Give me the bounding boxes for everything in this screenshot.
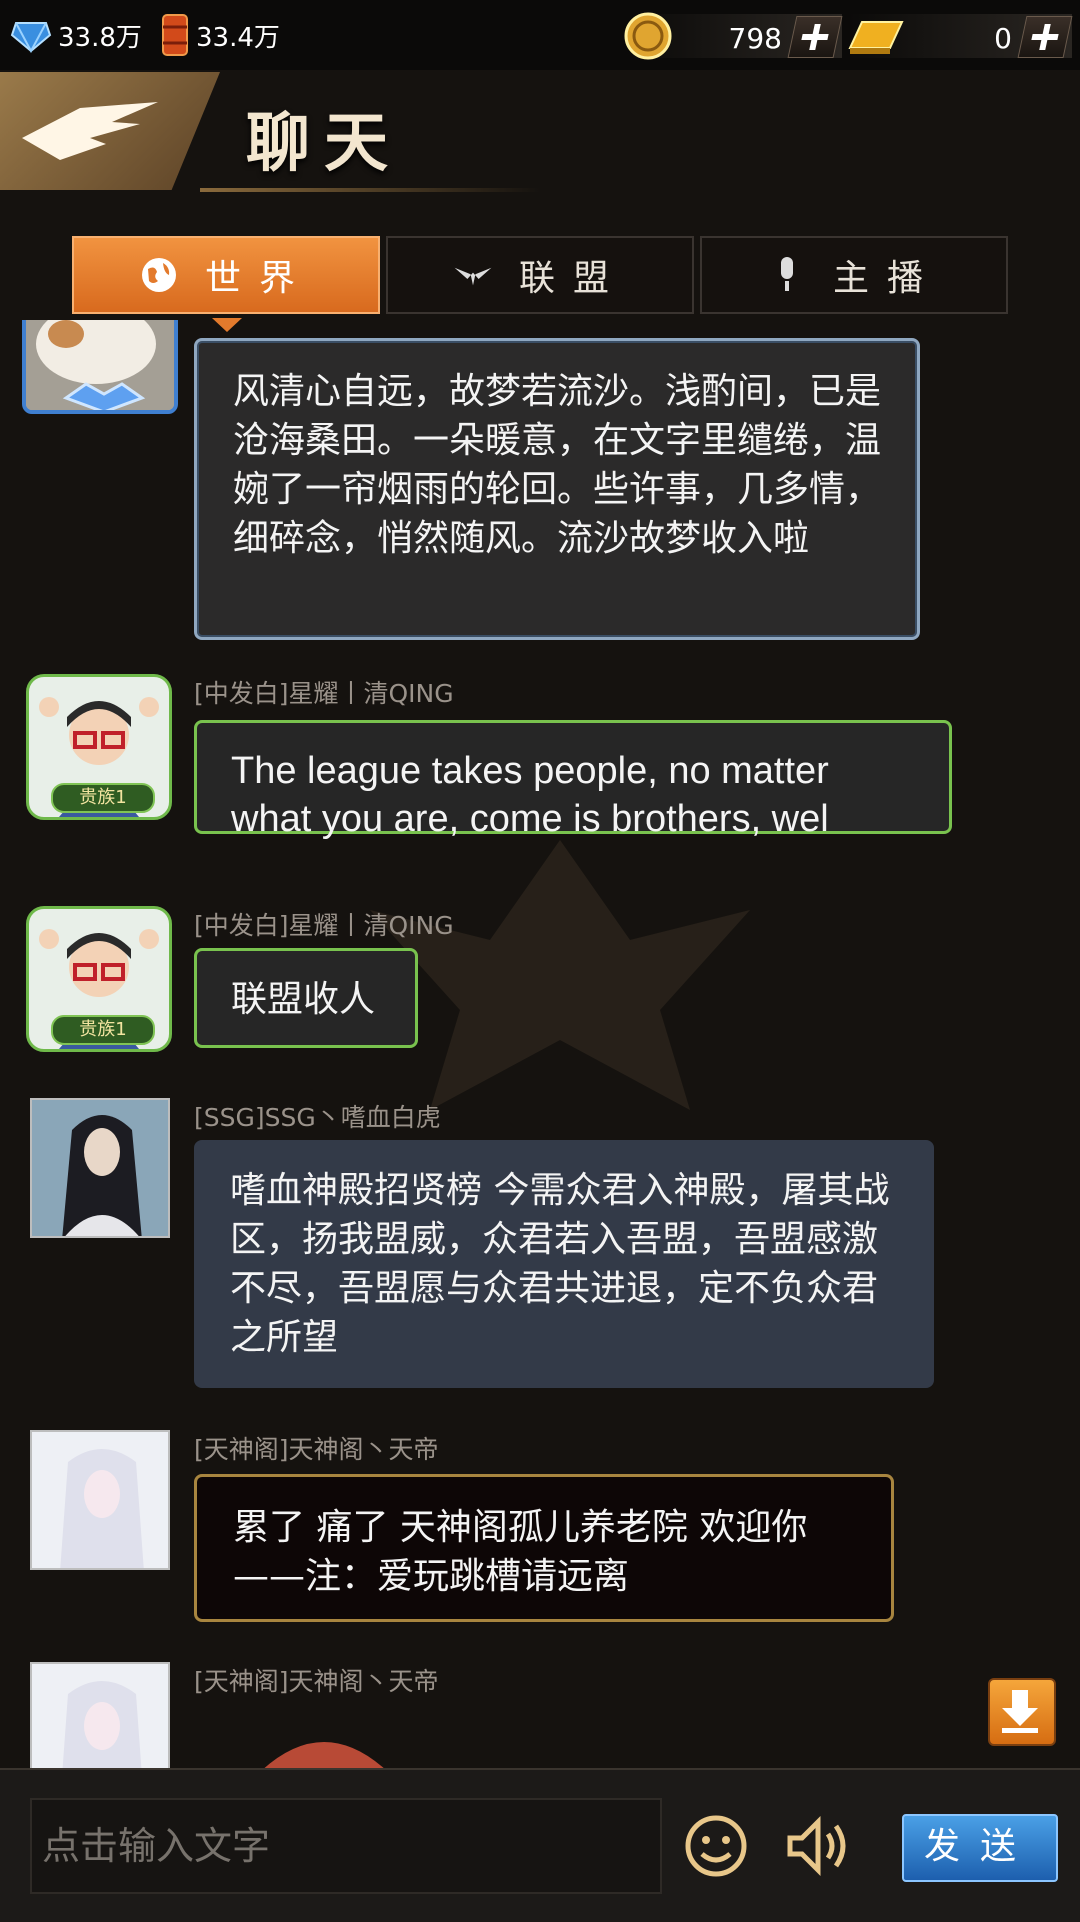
message-bubble: 累了 痛了 天神阁孤儿养老院 欢迎你——注：爱玩跳槽请远离 bbox=[194, 1474, 894, 1622]
oil-resource: 33.4万 bbox=[160, 12, 280, 58]
emoji-icon[interactable] bbox=[680, 1810, 752, 1882]
avatar[interactable] bbox=[30, 1662, 170, 1770]
coin-icon bbox=[624, 12, 672, 60]
avatar-pale-character bbox=[32, 1664, 168, 1770]
avatar-long-hair-character bbox=[32, 1100, 168, 1236]
oil-amount: 33.4万 bbox=[196, 22, 280, 53]
avatar[interactable]: 贵族1 bbox=[26, 674, 172, 820]
sender-name[interactable]: [中发白]星耀丨清QING bbox=[194, 674, 454, 710]
avatar[interactable] bbox=[22, 320, 178, 414]
message-bubble: 嗜血神殿招贤榜 今需众君入神殿，屠其战区，扬我盟威，众君若入吾盟，吾盟感激不尽，… bbox=[194, 1140, 934, 1388]
coin-amount: 798 bbox=[728, 22, 782, 55]
header-underline bbox=[200, 188, 540, 192]
back-button[interactable] bbox=[0, 72, 220, 190]
crystal-amount: 33.8万 bbox=[58, 22, 142, 53]
voice-icon[interactable] bbox=[782, 1810, 854, 1882]
scroll-to-bottom-button[interactable] bbox=[988, 1678, 1056, 1746]
chat-list[interactable]: 风清心自远，故梦若流沙。浅酌间，已是沧海桑田。一朵暖意，在文字里缱绻，温婉了一帘… bbox=[0, 320, 1080, 1770]
gold-amount: 0 bbox=[994, 22, 1012, 55]
tab-world[interactable]: 世界 bbox=[72, 236, 380, 314]
gold-resource: 0 bbox=[848, 14, 1073, 58]
add-gold-button[interactable] bbox=[1017, 16, 1073, 58]
tab-alliance-label: 联盟 bbox=[518, 258, 627, 299]
page-title: 聊天 bbox=[246, 107, 402, 181]
coin-resource: 798 bbox=[624, 12, 843, 60]
sender-name[interactable]: [中发白]星耀丨清QING bbox=[194, 906, 454, 942]
tab-alliance[interactable]: 联盟 bbox=[386, 236, 694, 314]
eagle-icon bbox=[22, 102, 158, 160]
add-coins-button[interactable] bbox=[787, 16, 843, 58]
avatar[interactable]: 贵族1 bbox=[26, 906, 172, 1052]
crystal-resource: 33.8万 bbox=[10, 12, 142, 58]
sender-name[interactable]: [天神阁]天神阁丶天帝 bbox=[194, 1430, 439, 1466]
tab-streamer-label: 主播 bbox=[832, 258, 941, 299]
tab-streamer[interactable]: 主播 bbox=[700, 236, 1008, 314]
message-bubble: 风清心自远，故梦若流沙。浅酌间，已是沧海桑田。一朵暖意，在文字里缱绻，温婉了一帘… bbox=[194, 338, 920, 640]
crystal-icon bbox=[10, 22, 52, 53]
vip-badge: 贵族1 bbox=[51, 1015, 155, 1045]
vip-badge: 贵族1 bbox=[51, 783, 155, 813]
resource-bar: 33.8万 33.4万 798 0 bbox=[0, 0, 1080, 70]
send-button[interactable]: 发送 bbox=[902, 1814, 1058, 1882]
chat-input-bar: 发送 bbox=[0, 1768, 1080, 1922]
globe-icon bbox=[139, 255, 179, 295]
avatar[interactable] bbox=[30, 1098, 170, 1238]
alliance-wings-icon bbox=[453, 255, 493, 295]
avatar-dog-photo bbox=[26, 320, 174, 410]
download-arrow-icon bbox=[1002, 1690, 1038, 1733]
gold-bar-icon bbox=[848, 21, 904, 54]
microphone-icon bbox=[767, 255, 807, 295]
message-bubble: The league takes people, no matter what … bbox=[194, 720, 952, 840]
avatar-pale-character bbox=[32, 1432, 168, 1568]
channel-tabs: 世界 联盟 主播 bbox=[72, 236, 1012, 316]
sticker-preview bbox=[262, 1742, 386, 1770]
sender-name[interactable]: [天神阁]天神阁丶天帝 bbox=[194, 1662, 439, 1698]
chat-text-input[interactable] bbox=[30, 1798, 662, 1894]
message-bubble: 联盟收人 bbox=[194, 948, 418, 1048]
oil-barrel-icon bbox=[162, 14, 188, 56]
chat-header: 聊天 bbox=[0, 70, 1080, 192]
sender-name[interactable]: [SSG]SSG丶嗜血白虎 bbox=[194, 1098, 441, 1134]
avatar[interactable] bbox=[30, 1430, 170, 1570]
tab-world-label: 世界 bbox=[204, 258, 313, 299]
